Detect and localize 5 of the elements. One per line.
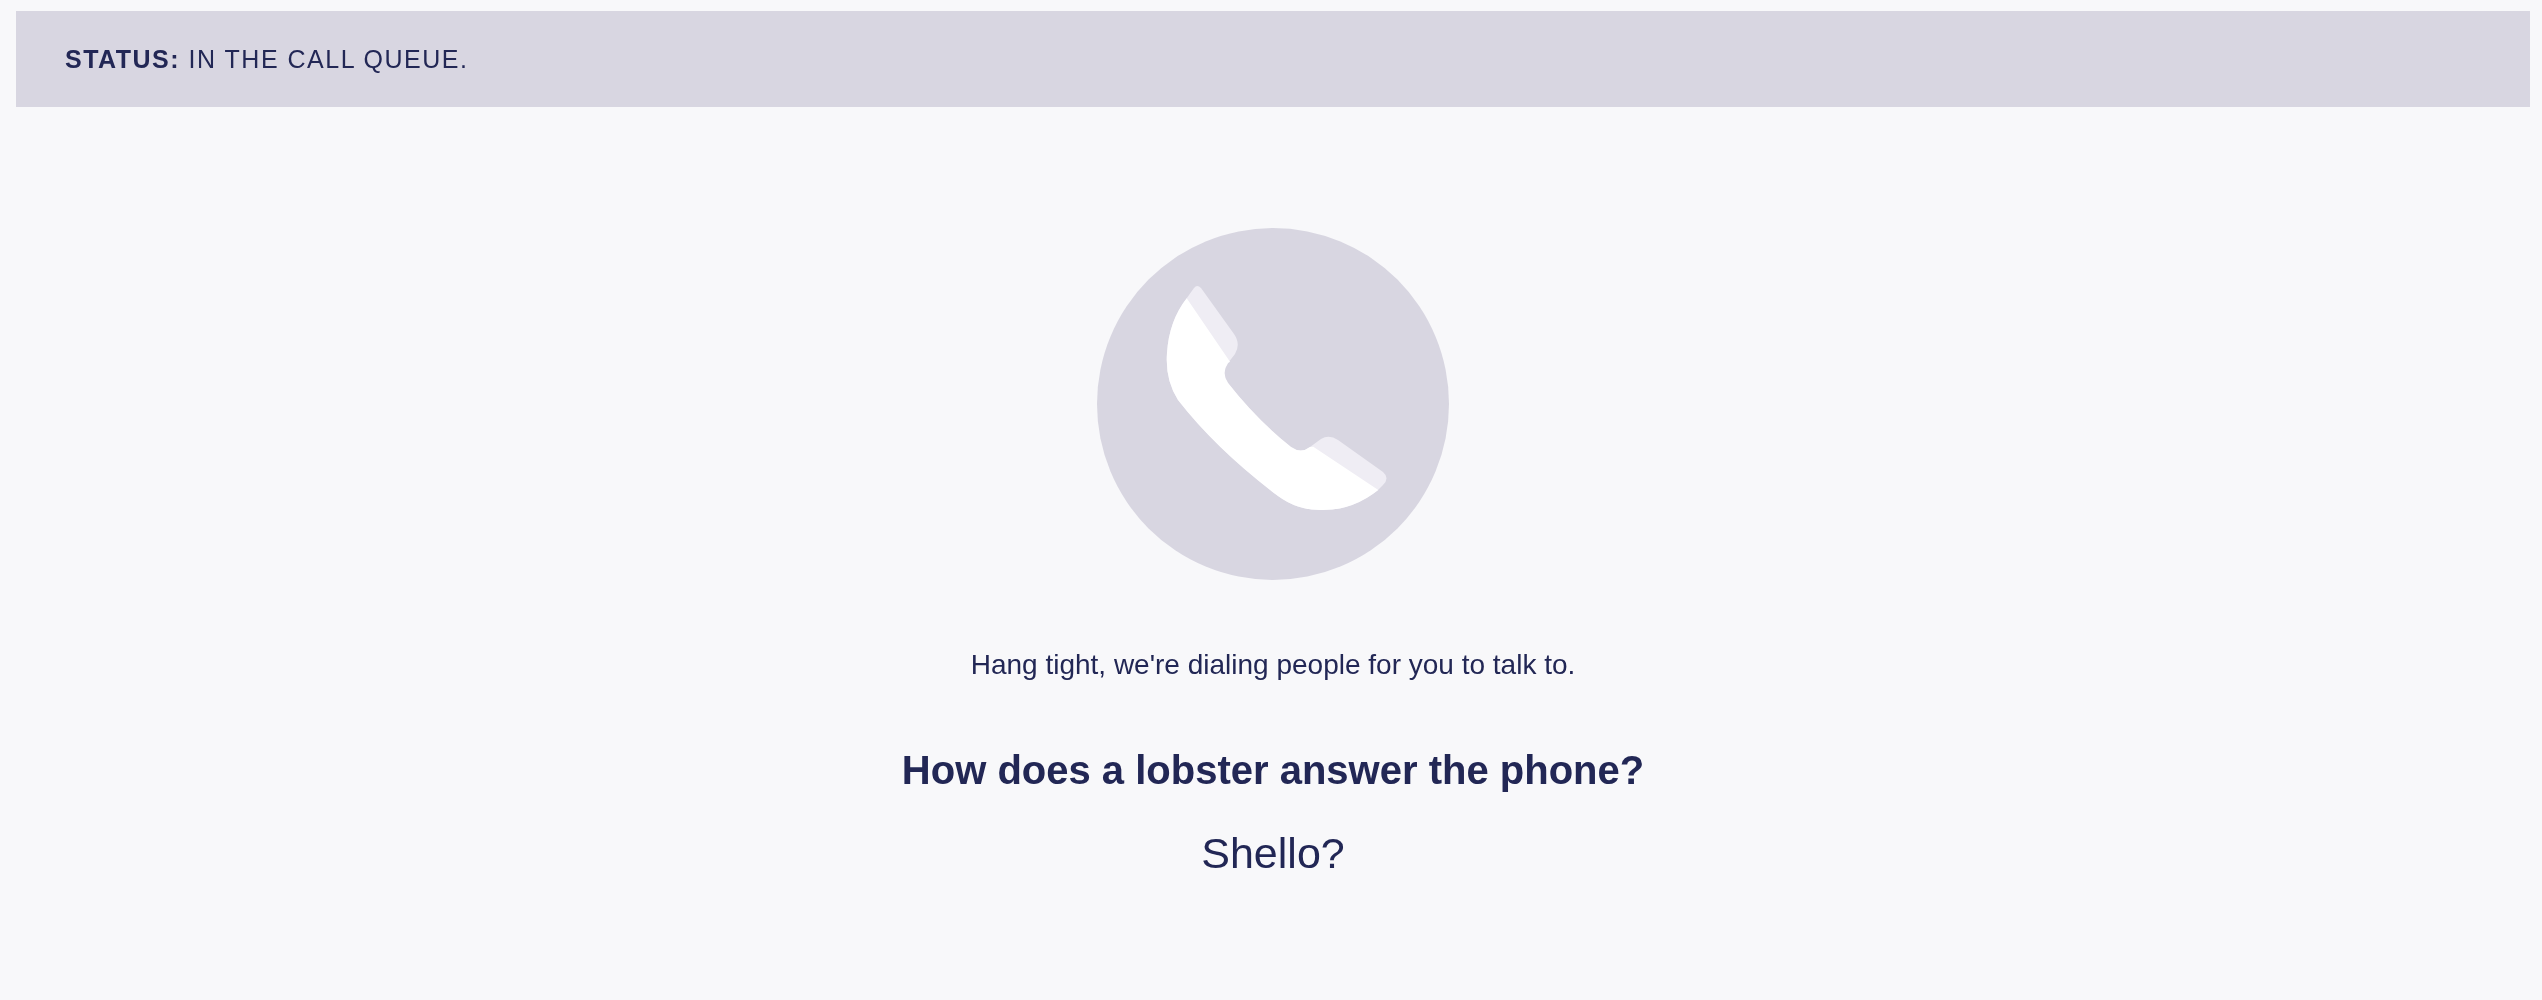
joke-answer: Shello? xyxy=(1201,828,1345,879)
joke-question: How does a lobster answer the phone? xyxy=(901,747,1645,794)
phone-icon xyxy=(1097,228,1449,580)
status-text: STATUS: IN THE CALL QUEUE. xyxy=(65,46,469,72)
status-message: Hang tight, we're dialing people for you to talk to. xyxy=(970,648,1576,682)
